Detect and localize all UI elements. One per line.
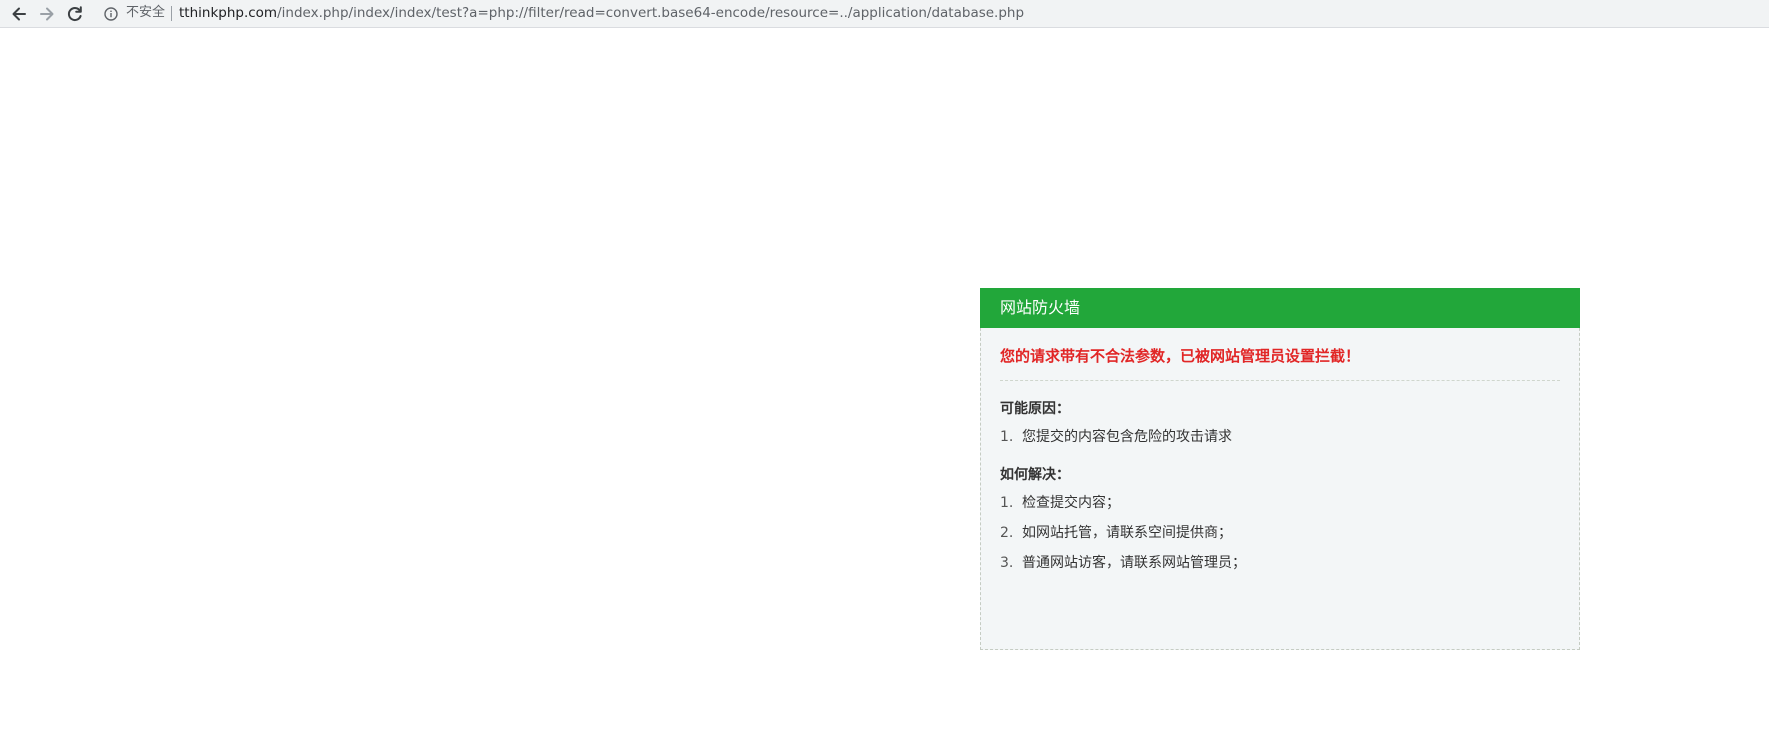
- list-number: 1.: [1000, 495, 1014, 511]
- firewall-body: 您的请求带有不合法参数，已被网站管理员设置拦截！ 可能原因： 1. 您提交的内容包…: [1000, 328, 1560, 583]
- url-host: tthinkphp.com: [179, 5, 278, 21]
- address-bar[interactable]: 不安全 tthinkphp.com/index.php/index/index/…: [95, 1, 1760, 25]
- reload-icon[interactable]: [65, 4, 85, 24]
- list-item: 1. 您提交的内容包含危险的攻击请求: [1000, 427, 1560, 447]
- list-text: 检查提交内容；: [1022, 495, 1120, 511]
- list-text: 普通网站访客，请联系网站管理员；: [1022, 555, 1246, 571]
- reasons-list: 1. 您提交的内容包含危险的攻击请求: [1000, 427, 1560, 447]
- firewall-title: 网站防火墙: [980, 288, 1580, 328]
- browser-toolbar: 不安全 tthinkphp.com/index.php/index/index/…: [0, 0, 1769, 28]
- forward-arrow-icon[interactable]: [37, 4, 57, 24]
- solutions-heading: 如何解决：: [1000, 467, 1070, 483]
- solutions-list: 1. 检查提交内容； 2. 如网站托管，请联系空间提供商； 3. 普通网站访客，请联系…: [1000, 493, 1560, 573]
- security-label[interactable]: 不安全: [126, 5, 165, 21]
- url-path: /index.php/index/index/test?a=php://filt…: [277, 5, 1025, 21]
- list-number: 3.: [1000, 555, 1014, 571]
- list-text: 您提交的内容包含危险的攻击请求: [1022, 429, 1232, 445]
- list-item: 2. 如网站托管，请联系空间提供商；: [1000, 523, 1560, 543]
- info-icon[interactable]: [104, 6, 118, 21]
- list-number: 1.: [1000, 429, 1014, 445]
- address-separator: [171, 6, 172, 21]
- back-arrow-icon[interactable]: [9, 4, 29, 24]
- list-item: 3. 普通网站访客，请联系网站管理员；: [1000, 553, 1560, 573]
- list-item: 1. 检查提交内容；: [1000, 493, 1560, 513]
- url-text[interactable]: tthinkphp.com/index.php/index/index/test…: [179, 5, 1024, 21]
- warning-message: 您的请求带有不合法参数，已被网站管理员设置拦截！: [1000, 346, 1560, 381]
- reasons-heading: 可能原因：: [1000, 401, 1070, 417]
- list-number: 2.: [1000, 525, 1014, 541]
- list-text: 如网站托管，请联系空间提供商；: [1022, 525, 1232, 541]
